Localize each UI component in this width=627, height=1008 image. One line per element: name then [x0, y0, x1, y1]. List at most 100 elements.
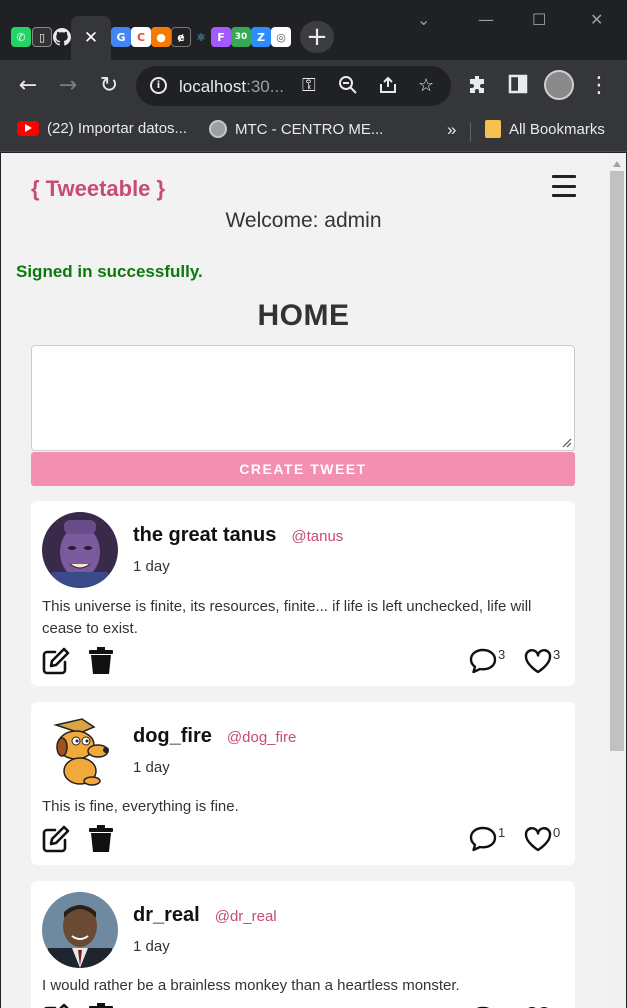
likes-count: 3 — [553, 647, 561, 662]
edit-icon[interactable] — [41, 824, 71, 854]
tweet-body: I would rather be a brainless monkey tha… — [42, 977, 460, 994]
author-handle[interactable]: @dog_fire — [227, 729, 296, 746]
page-scrollbar[interactable] — [608, 153, 626, 1008]
chrome-tab-icon[interactable]: ◎ — [271, 27, 291, 47]
browser-tab-strip: ✆ ▯ ✕ G C ● ɇ ⚛ F 30 Z ◎ + ⌄ — ☐ ✕ — [0, 0, 627, 60]
google-tab-icon[interactable]: C — [131, 27, 151, 47]
scroll-up-arrow-icon[interactable] — [613, 161, 621, 167]
heart-icon[interactable] — [523, 647, 553, 675]
calendar-tab-icon[interactable]: 30 — [231, 27, 251, 47]
avatar[interactable] — [42, 713, 118, 789]
active-tab[interactable]: ✕ — [71, 16, 111, 60]
bookmark-star-icon[interactable]: ☆ — [418, 75, 434, 96]
url-port: :30... — [246, 77, 284, 96]
tweet-age: 1 day — [133, 938, 170, 955]
trash-icon[interactable] — [86, 646, 116, 676]
tweet-age: 1 day — [133, 759, 170, 776]
tweet-input[interactable] — [31, 345, 575, 451]
url-text[interactable]: localhost:30... — [179, 77, 284, 97]
author-handle[interactable]: @tanus — [291, 528, 343, 545]
comment-icon[interactable] — [468, 1004, 498, 1008]
tweet-card: the great tanus @tanus 1 day This univer… — [31, 501, 575, 686]
bookmarks-bar: (22) Importar datos... MTC - CENTRO ME..… — [0, 112, 627, 152]
tweet-author[interactable]: dr_real @dr_real — [133, 904, 277, 927]
whatsapp-tab-icon[interactable]: ✆ — [11, 27, 31, 47]
brand-logo[interactable]: { Tweetable } — [31, 176, 165, 202]
forward-icon[interactable]: → — [56, 74, 80, 98]
comments-counter[interactable]: 1 — [468, 825, 505, 853]
heart-icon[interactable] — [523, 825, 553, 853]
reload-icon[interactable]: ↻ — [97, 74, 121, 98]
share-icon[interactable] — [378, 75, 398, 100]
hamburger-menu-icon[interactable] — [552, 175, 576, 197]
folder-icon — [485, 120, 501, 138]
tweet-author[interactable]: dog_fire @dog_fire — [133, 725, 296, 748]
comments-count: 3 — [498, 647, 506, 662]
extensions-icon[interactable] — [466, 74, 490, 102]
tweet-body: This universe is finite, its resources, … — [42, 598, 532, 637]
youtube-icon — [17, 121, 39, 136]
back-icon[interactable]: ← — [16, 74, 40, 98]
trash-icon[interactable] — [86, 1002, 116, 1008]
site-info-icon[interactable]: i — [150, 77, 167, 94]
basketball-tab-icon[interactable]: ● — [151, 27, 171, 47]
avatar[interactable] — [42, 892, 118, 968]
create-tweet-button[interactable]: CREATE TWEET — [31, 452, 575, 486]
all-bookmarks-button[interactable]: All Bookmarks — [485, 120, 605, 138]
zoom-out-icon[interactable] — [338, 75, 358, 100]
avatar[interactable] — [42, 512, 118, 588]
resize-grip-icon[interactable] — [562, 438, 572, 448]
translate-tab-icon[interactable]: G — [111, 27, 131, 47]
welcome-message: Welcome: admin — [1, 209, 606, 233]
bookmark-item[interactable]: MTC - CENTRO ME... — [209, 120, 383, 138]
tweet-card: dr_real @dr_real 1 day I would rather be… — [31, 881, 575, 1008]
author-handle[interactable]: @dr_real — [215, 908, 277, 925]
page-title: HOME — [257, 299, 350, 332]
edit-icon[interactable] — [41, 646, 71, 676]
flash-notice: Signed in successfully. — [16, 262, 203, 281]
likes-counter[interactable]: 3 — [523, 647, 560, 675]
window-close-icon[interactable]: ✕ — [590, 10, 603, 29]
url-host: localhost — [179, 77, 247, 96]
github-tab-icon[interactable] — [52, 27, 72, 47]
likes-counter[interactable]: 0 — [523, 825, 560, 853]
tweet-author[interactable]: the great tanus @tanus — [133, 524, 343, 547]
all-bookmarks-label: All Bookmarks — [509, 120, 605, 138]
minimize-icon[interactable]: — — [478, 10, 494, 29]
bookmark-label: MTC - CENTRO ME... — [235, 120, 384, 138]
zoom-tab-icon[interactable]: Z — [251, 27, 271, 47]
bookmark-item[interactable]: (22) Importar datos... — [17, 120, 187, 137]
close-icon[interactable]: ✕ — [84, 28, 98, 48]
scrollbar-thumb[interactable] — [610, 171, 624, 751]
bookmarks-overflow-button[interactable]: » — [447, 120, 456, 140]
dev-tab-icon[interactable]: ɇ — [171, 27, 191, 47]
side-panel-icon[interactable] — [506, 74, 530, 100]
welcome-prefix: Welcome: — [225, 209, 325, 232]
bookmark-label: (22) Importar datos... — [47, 120, 188, 137]
welcome-username: admin — [324, 209, 382, 232]
react-tab-icon[interactable]: ⚛ — [191, 27, 211, 47]
edit-icon[interactable] — [41, 1002, 71, 1008]
comment-icon[interactable] — [468, 647, 498, 675]
comments-counter[interactable]: 3 — [468, 647, 505, 675]
heart-icon[interactable] — [523, 1004, 553, 1008]
tweet-card: dog_fire @dog_fire 1 day This is fine, e… — [31, 702, 575, 865]
tweet-age: 1 day — [133, 558, 170, 575]
menu-dots-icon[interactable]: ⋮ — [587, 74, 611, 98]
profile-avatar[interactable] — [544, 70, 574, 100]
divider — [470, 122, 471, 142]
trash-icon[interactable] — [86, 824, 116, 854]
author-name[interactable]: dog_fire — [133, 725, 212, 748]
device-tab-icon[interactable]: ▯ — [32, 27, 52, 47]
address-bar[interactable]: i localhost:30... ⚿ ☆ — [136, 66, 451, 106]
maximize-icon[interactable]: ☐ — [532, 10, 546, 29]
comment-icon[interactable] — [468, 825, 498, 853]
new-tab-button[interactable]: + — [300, 21, 334, 53]
tweet-body: This is fine, everything is fine. — [42, 798, 239, 815]
figma-tab-icon[interactable]: F — [211, 27, 231, 47]
comments-count: 1 — [498, 825, 506, 840]
chevron-down-icon[interactable]: ⌄ — [417, 10, 430, 29]
key-icon[interactable]: ⚿ — [302, 75, 316, 96]
author-name[interactable]: the great tanus — [133, 524, 276, 547]
author-name[interactable]: dr_real — [133, 904, 200, 927]
